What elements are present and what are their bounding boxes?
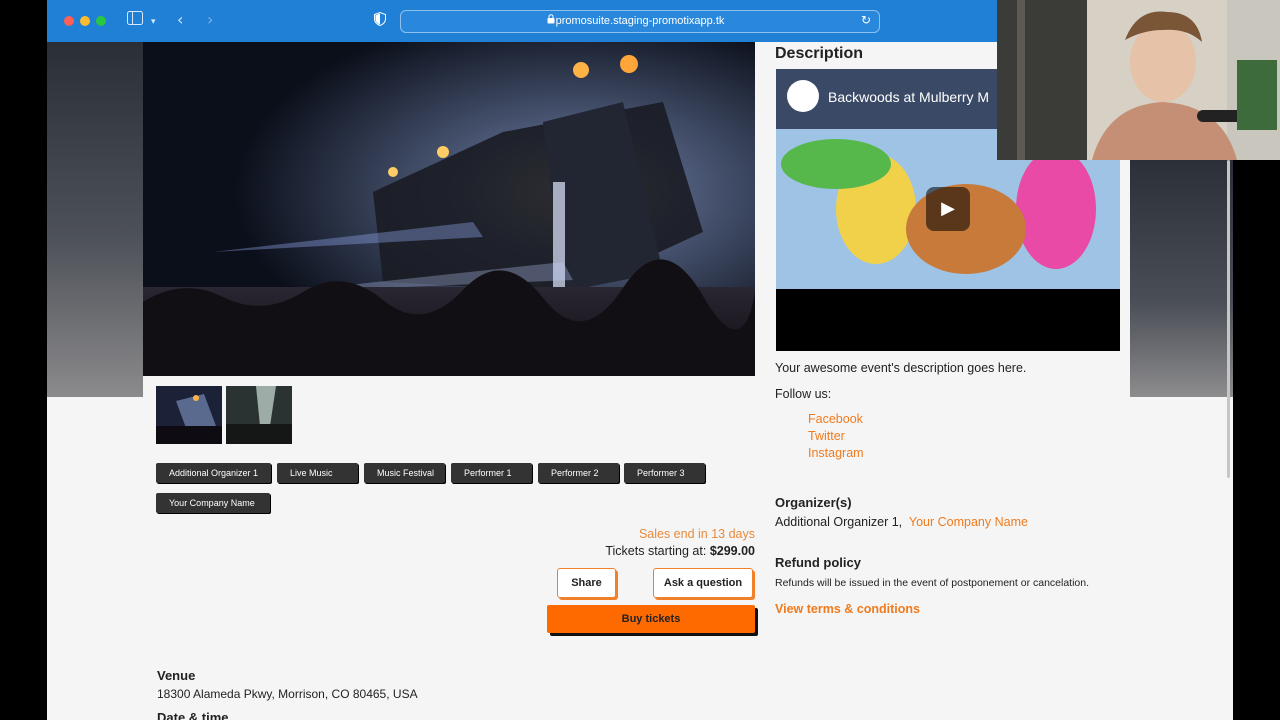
channel-logo[interactable]	[787, 80, 819, 112]
date-time-heading: Date & time	[157, 710, 229, 720]
sidebar-icon[interactable]	[127, 11, 143, 31]
tag-your-company-name[interactable]: Your Company Name	[156, 493, 270, 513]
scrollbar[interactable]	[1227, 160, 1230, 478]
ticket-price: $299.00	[709, 544, 755, 558]
zoom-window-button[interactable]	[96, 16, 106, 26]
ask-question-button[interactable]: Ask a question	[653, 568, 753, 598]
tag-music-festival[interactable]: Music Festival	[364, 463, 445, 483]
follow-us-label: Follow us:	[775, 387, 832, 401]
view-terms-link[interactable]: View terms & conditions	[775, 602, 920, 616]
event-hero-image[interactable]	[143, 42, 755, 376]
screen: ▾ ‹ › promosuite.staging-promotixapp.tk …	[0, 0, 1280, 720]
description-heading: Description	[775, 45, 864, 62]
play-icon[interactable]: ▶	[926, 187, 970, 231]
venue-heading: Venue	[157, 668, 196, 683]
page-backdrop-right	[1130, 160, 1233, 397]
ticket-price-line: Tickets starting at: $299.00	[605, 544, 755, 558]
tag-performer-1[interactable]: Performer 1	[451, 463, 532, 483]
close-window-button[interactable]	[64, 16, 74, 26]
instagram-link[interactable]: Instagram	[808, 446, 864, 460]
gallery-thumbnail-1[interactable]	[156, 386, 222, 444]
organizers-heading: Organizer(s)	[775, 495, 852, 510]
twitter-link[interactable]: Twitter	[808, 429, 845, 443]
event-page: Additional Organizer 1 Live Music Music …	[143, 42, 1130, 720]
tag-additional-organizer[interactable]: Additional Organizer 1	[156, 463, 271, 483]
share-event-button[interactable]: Share event	[557, 568, 616, 617]
buy-tickets-button[interactable]: Buy tickets	[547, 605, 755, 633]
gallery-thumbnail-2[interactable]	[226, 386, 292, 444]
ticket-price-prefix: Tickets starting at:	[605, 544, 707, 558]
facebook-link[interactable]: Facebook	[808, 412, 863, 426]
page-backdrop-left	[47, 42, 143, 397]
sales-end-notice: Sales end in 13 days	[638, 527, 755, 541]
chevron-right-icon[interactable]: ›	[207, 10, 213, 30]
refund-policy-text: Refunds will be issued in the event of p…	[775, 577, 1090, 589]
chevron-left-icon[interactable]: ‹	[177, 10, 183, 30]
refund-policy-heading: Refund policy	[775, 555, 861, 570]
event-description: Your awesome event's description goes he…	[775, 361, 1027, 375]
address-bar[interactable]: promosuite.staging-promotixapp.tk ↻	[400, 10, 880, 33]
url-text: promosuite.staging-promotixapp.tk	[555, 15, 725, 27]
webcam-overlay	[997, 0, 1280, 160]
organizer-list: Additional Organizer 1, Your Company Nam…	[775, 515, 1028, 529]
organizer-name: Additional Organizer 1,	[775, 515, 903, 529]
shield-icon[interactable]	[374, 11, 386, 32]
minimize-window-button[interactable]	[80, 16, 90, 26]
reload-icon[interactable]: ↻	[861, 13, 871, 27]
tag-live-music[interactable]: Live Music	[277, 463, 358, 483]
tag-performer-2[interactable]: Performer 2	[538, 463, 619, 483]
chevron-down-icon[interactable]: ▾	[151, 12, 156, 32]
video-title[interactable]: Backwoods at Mulberry M	[828, 89, 989, 105]
venue-address: 18300 Alameda Pkwy, Morrison, CO 80465, …	[157, 687, 418, 701]
organizer-company-link[interactable]: Your Company Name	[909, 515, 1028, 529]
tag-performer-3[interactable]: Performer 3	[624, 463, 705, 483]
